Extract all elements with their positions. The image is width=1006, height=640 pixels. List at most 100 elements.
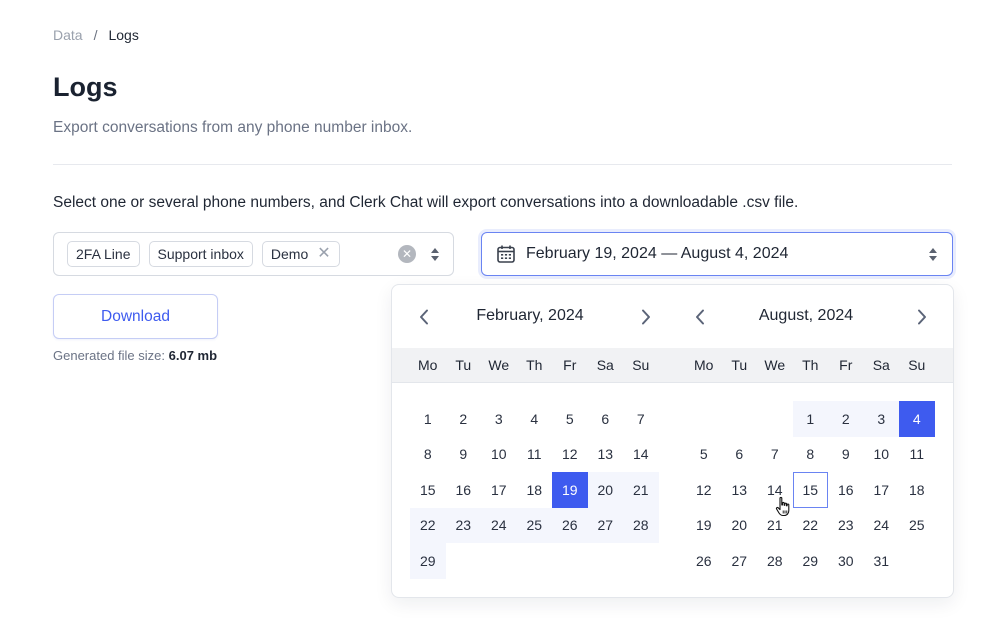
day-cell[interactable]: 8 — [793, 437, 829, 473]
day-cell[interactable]: 15 — [410, 472, 446, 508]
weekday-label: Th — [802, 357, 819, 373]
day-cell[interactable]: 16 — [828, 472, 864, 508]
file-size-label: Generated file size: — [53, 348, 166, 363]
day-cell[interactable]: 11 — [899, 437, 935, 473]
chip-label: Support inbox — [157, 246, 244, 262]
day-cell[interactable]: 17 — [481, 472, 517, 508]
date-range-input[interactable]: February 19, 2024 — August 4, 2024 — [481, 232, 953, 276]
page-subtitle: Export conversations from any phone numb… — [53, 119, 413, 136]
chevron-right-icon — [918, 309, 926, 325]
day-cell[interactable]: 29 — [410, 543, 446, 579]
day-empty — [686, 401, 722, 437]
day-cell[interactable]: 27 — [722, 543, 758, 579]
day-cell[interactable]: 23 — [445, 507, 481, 543]
chip-demo[interactable]: Demo ✕ — [261, 241, 340, 267]
weekday-label: Th — [526, 357, 543, 373]
day-cell[interactable]: 7 — [623, 401, 659, 437]
day-cell[interactable]: 10 — [481, 437, 517, 473]
up-down-arrows-icon[interactable] — [928, 246, 938, 263]
day-cell[interactable]: 31 — [864, 543, 900, 579]
day-cell[interactable]: 13 — [722, 472, 758, 508]
day-cell-hovered[interactable]: 15 — [792, 472, 828, 508]
day-cell[interactable]: 8 — [410, 437, 446, 473]
day-cell[interactable]: 26 — [552, 507, 588, 543]
day-cell[interactable]: 12 — [686, 472, 722, 508]
day-cell[interactable]: 25 — [516, 507, 552, 543]
day-cell[interactable]: 20 — [587, 472, 623, 508]
download-button[interactable]: Download — [53, 294, 218, 339]
day-cell[interactable]: 1 — [792, 401, 828, 437]
weekday-label: Fr — [563, 357, 577, 373]
day-cell[interactable]: 28 — [757, 543, 793, 579]
day-cell[interactable]: 27 — [587, 507, 623, 543]
weekday-label: Sa — [596, 357, 614, 373]
days-grid: 1 2 3 4 5 6 7 8 9 10 11 12 13 14 15 16 17 18 19 20 21 22 23 24 2… — [410, 401, 659, 579]
day-cell-selected[interactable]: 4 — [899, 401, 935, 437]
day-cell[interactable]: 9 — [446, 437, 482, 473]
day-cell[interactable]: 22 — [410, 507, 446, 543]
weekday-label: Tu — [731, 357, 748, 373]
day-cell[interactable]: 4 — [517, 401, 553, 437]
day-cell[interactable]: 19 — [686, 508, 722, 544]
day-cell[interactable]: 23 — [828, 508, 864, 544]
day-cell[interactable]: 3 — [863, 401, 899, 437]
breadcrumb: Data / Logs — [53, 27, 139, 43]
breadcrumb-separator: / — [93, 27, 98, 43]
day-cell[interactable]: 28 — [623, 507, 659, 543]
day-cell[interactable]: 10 — [864, 437, 900, 473]
clear-all-icon[interactable]: ✕ — [398, 245, 416, 263]
day-cell[interactable]: 13 — [588, 437, 624, 473]
day-cell[interactable]: 25 — [899, 508, 935, 544]
day-cell[interactable]: 24 — [864, 508, 900, 544]
days-grid: 1 2 3 4 5 6 7 8 9 10 11 12 13 14 15 16 17 18 19 20 21 22 23 24 2… — [686, 401, 935, 579]
day-cell[interactable]: 20 — [722, 508, 758, 544]
day-cell[interactable]: 30 — [828, 543, 864, 579]
weekday-label: We — [764, 357, 786, 373]
day-cell[interactable]: 5 — [686, 437, 722, 473]
file-size-info: Generated file size: 6.07 mb — [53, 348, 217, 363]
day-cell[interactable]: 24 — [481, 507, 517, 543]
next-month-button[interactable] — [636, 306, 656, 328]
day-cell-selected[interactable]: 19 — [552, 472, 588, 508]
day-cell[interactable]: 9 — [828, 437, 864, 473]
day-cell[interactable]: 18 — [899, 472, 935, 508]
next-month-button[interactable] — [912, 306, 932, 328]
day-cell[interactable]: 22 — [793, 508, 829, 544]
day-cell[interactable]: 17 — [864, 472, 900, 508]
day-cell[interactable]: 12 — [552, 437, 588, 473]
weekday-label: Tu — [455, 357, 472, 373]
weekday-label: Sa — [872, 357, 890, 373]
up-down-arrows-icon[interactable] — [430, 246, 440, 263]
day-cell[interactable]: 6 — [722, 437, 758, 473]
day-cell[interactable]: 21 — [623, 472, 659, 508]
weekday-label: Su — [632, 357, 650, 373]
day-cell[interactable]: 6 — [588, 401, 624, 437]
chip-label: 2FA Line — [76, 246, 131, 262]
chip-2fa-line[interactable]: 2FA Line — [67, 241, 140, 267]
day-empty — [757, 401, 793, 437]
breadcrumb-data-link[interactable]: Data — [53, 27, 83, 43]
day-cell[interactable]: 11 — [517, 437, 553, 473]
month-title: August, 2024 — [758, 307, 854, 324]
calendar-month-february: February, 2024 Mo Tu We Th Fr Sa Su 1234… — [392, 285, 668, 579]
calendar-month-august: August, 2024 Mo Tu We Th Fr Sa Su 123456… — [668, 285, 944, 569]
date-range-calendar: February, 2024 Mo Tu We Th Fr Sa Su 1234… — [391, 284, 954, 598]
day-cell[interactable]: 3 — [481, 401, 517, 437]
day-cell[interactable]: 5 — [552, 401, 588, 437]
weekday-label: We — [488, 357, 510, 373]
day-cell[interactable]: 7 — [757, 437, 793, 473]
day-cell[interactable]: 2 — [828, 401, 864, 437]
day-empty — [722, 401, 758, 437]
day-cell[interactable]: 18 — [517, 472, 553, 508]
day-cell[interactable]: 2 — [446, 401, 482, 437]
chip-support-inbox[interactable]: Support inbox — [148, 241, 253, 267]
day-cell[interactable]: 26 — [686, 543, 722, 579]
day-cell[interactable]: 29 — [793, 543, 829, 579]
day-cell[interactable]: 14 — [623, 437, 659, 473]
day-cell[interactable]: 16 — [446, 472, 482, 508]
weekday-label: Su — [908, 357, 926, 373]
chevron-right-icon — [642, 309, 650, 325]
close-icon[interactable]: ✕ — [317, 246, 330, 262]
day-cell[interactable]: 1 — [410, 401, 446, 437]
phone-number-select[interactable]: 2FA Line Support inbox Demo ✕ ✕ — [53, 232, 454, 276]
